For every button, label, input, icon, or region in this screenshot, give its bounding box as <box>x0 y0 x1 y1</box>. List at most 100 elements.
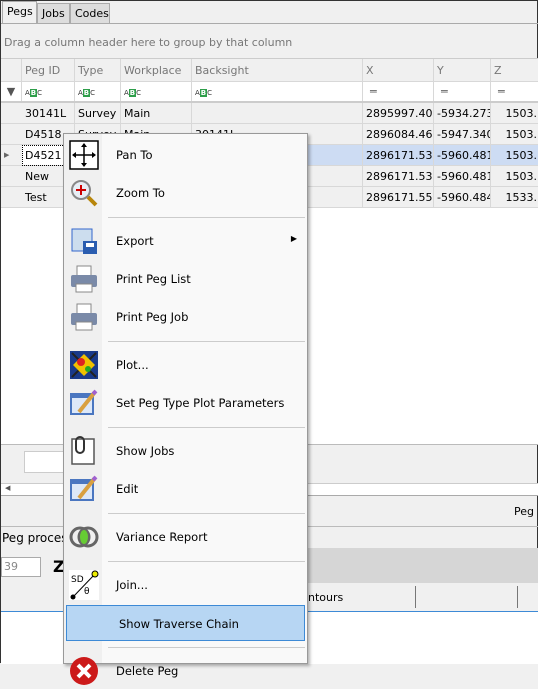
cell-x[interactable]: 2896084.469 <box>363 124 434 145</box>
clipboard-icon <box>69 436 99 466</box>
column-header-type[interactable]: Type <box>75 59 121 82</box>
column-header-backsight[interactable]: Backsight <box>192 59 363 82</box>
tab-codes[interactable]: Codes <box>70 3 110 24</box>
menu-item-label: Set Peg Type Plot Parameters <box>116 396 285 410</box>
filter-icon[interactable]: ▼ <box>1 82 22 102</box>
menu-item-zoom-to[interactable]: Zoom To <box>64 175 307 211</box>
cell-y[interactable]: -5947.340 <box>434 124 491 145</box>
menu-item-label: Delete Peg <box>116 664 179 678</box>
divider <box>1 23 538 24</box>
tab-jobs[interactable]: Jobs <box>37 3 70 24</box>
text-filter-icon: ABC <box>195 89 213 97</box>
filter-cell-type[interactable]: ABC <box>75 82 121 102</box>
equals-filter-icon: ═ <box>370 85 377 98</box>
scroll-left-icon[interactable]: ◀ <box>5 484 10 492</box>
cell-z[interactable]: 1533. <box>491 187 538 208</box>
menu-separator <box>108 217 305 218</box>
menu-item-label: Join... <box>116 578 148 592</box>
menu-item-variance-report[interactable]: Variance Report <box>64 519 307 555</box>
cell-z[interactable]: 1503. <box>491 145 538 166</box>
menu-separator <box>108 341 305 342</box>
cell-peg_id[interactable]: 30141L <box>22 103 75 124</box>
column-header-peg_id[interactable]: Peg ID <box>22 59 75 82</box>
filter-cell-backsight[interactable]: ABC <box>192 82 363 102</box>
column-header-z[interactable]: Z <box>491 59 538 82</box>
tab-contours[interactable]: ntours <box>308 591 343 604</box>
menu-item-print-peg-list[interactable]: Print Peg List <box>64 261 307 297</box>
menu-item-label: Plot... <box>116 358 149 372</box>
menu-separator <box>108 513 305 514</box>
equals-filter-icon: ═ <box>498 85 505 98</box>
submenu-arrow-icon: ▶ <box>290 234 297 243</box>
cell-workplace[interactable]: Main <box>121 103 192 124</box>
menu-item-export[interactable]: Export ▶ <box>64 223 307 259</box>
export-icon <box>69 226 99 256</box>
text-filter-icon: ABC <box>78 89 96 97</box>
row-indicator[interactable] <box>1 124 22 145</box>
cell-type[interactable]: Survey <box>75 103 121 124</box>
filter-cell-y[interactable]: ═ <box>434 82 491 102</box>
menu-item-label: Variance Report <box>116 530 208 544</box>
edit-window-icon <box>69 388 99 418</box>
menu-item-edit[interactable]: Edit <box>64 471 307 507</box>
plot-icon <box>69 350 99 380</box>
menu-item-set-peg-type-plot-parameters[interactable]: Set Peg Type Plot Parameters <box>64 385 307 421</box>
row-indicator[interactable]: ▶ <box>1 145 22 166</box>
menu-item-print-peg-job[interactable]: Print Peg Job <box>64 299 307 335</box>
row-indicator-header <box>1 59 22 82</box>
filter-cell-workplace[interactable]: ABC <box>121 82 192 102</box>
cell-y[interactable]: -5960.484 <box>434 187 491 208</box>
menu-separator <box>108 427 305 428</box>
row-indicator[interactable] <box>1 187 22 208</box>
context-menu: Pan To Zoom To Export ▶ Print Peg List Print … <box>63 133 308 685</box>
edit-window-icon <box>69 474 99 504</box>
menu-item-label: Print Peg List <box>116 272 191 286</box>
tab-pegs[interactable]: Pegs <box>2 1 37 24</box>
cell-backsight[interactable] <box>192 103 363 124</box>
divider <box>415 586 416 608</box>
column-header-y[interactable]: Y <box>434 59 491 82</box>
text-filter-icon: ABC <box>124 89 142 97</box>
filter-cell-z[interactable]: ═ <box>491 82 538 102</box>
svg-text:SD: SD <box>71 575 84 585</box>
cell-z[interactable]: 1503. <box>491 166 538 187</box>
pan-icon <box>69 140 99 170</box>
menu-item-delete-peg[interactable]: Delete Peg <box>64 653 307 689</box>
menu-item-show-jobs[interactable]: Show Jobs <box>64 433 307 469</box>
cell-z[interactable]: 1503. <box>491 124 538 145</box>
cell-y[interactable]: -5934.273 <box>434 103 491 124</box>
cell-y[interactable]: -5960.481 <box>434 166 491 187</box>
menu-item-label: Edit <box>116 482 139 496</box>
equals-filter-icon: ═ <box>441 85 448 98</box>
printer-icon <box>69 264 99 294</box>
cell-x[interactable]: 2896171.558 <box>363 187 434 208</box>
column-header-x[interactable]: X <box>363 59 434 82</box>
filter-cell-x[interactable]: ═ <box>363 82 434 102</box>
printer-icon <box>69 302 99 332</box>
column-header-workplace[interactable]: Workplace <box>121 59 192 82</box>
delete-icon <box>69 656 99 686</box>
menu-item-label: Pan To <box>116 148 153 162</box>
menu-item-join[interactable]: SD θ Join... <box>64 567 307 603</box>
peg-panel-label: Peg <box>514 505 534 518</box>
menu-item-show-traverse-chain[interactable]: Show Traverse Chain <box>66 605 305 641</box>
menu-item-label: Print Peg Job <box>116 310 189 324</box>
zoom-icon <box>69 178 99 208</box>
process-input[interactable]: 39 <box>1 557 41 577</box>
menu-item-label: Export <box>116 234 154 248</box>
menu-item-label: Show Traverse Chain <box>119 617 239 631</box>
cell-x[interactable]: 2896171.537 <box>363 145 434 166</box>
filter-cell-peg_id[interactable]: ABC <box>22 82 75 102</box>
row-indicator[interactable] <box>1 103 22 124</box>
menu-item-plot[interactable]: Plot... <box>64 347 307 383</box>
menu-separator <box>108 561 305 562</box>
cell-z[interactable]: 1503. <box>491 103 538 124</box>
row-indicator[interactable] <box>1 166 22 187</box>
menu-separator <box>108 647 305 648</box>
cell-x[interactable]: 2896171.537 <box>363 166 434 187</box>
variance-icon <box>69 522 99 552</box>
cell-x[interactable]: 2895997.408 <box>363 103 434 124</box>
menu-item-pan-to[interactable]: Pan To <box>64 137 307 173</box>
group-panel: Drag a column header here to group by th… <box>4 36 293 49</box>
cell-y[interactable]: -5960.481 <box>434 145 491 166</box>
